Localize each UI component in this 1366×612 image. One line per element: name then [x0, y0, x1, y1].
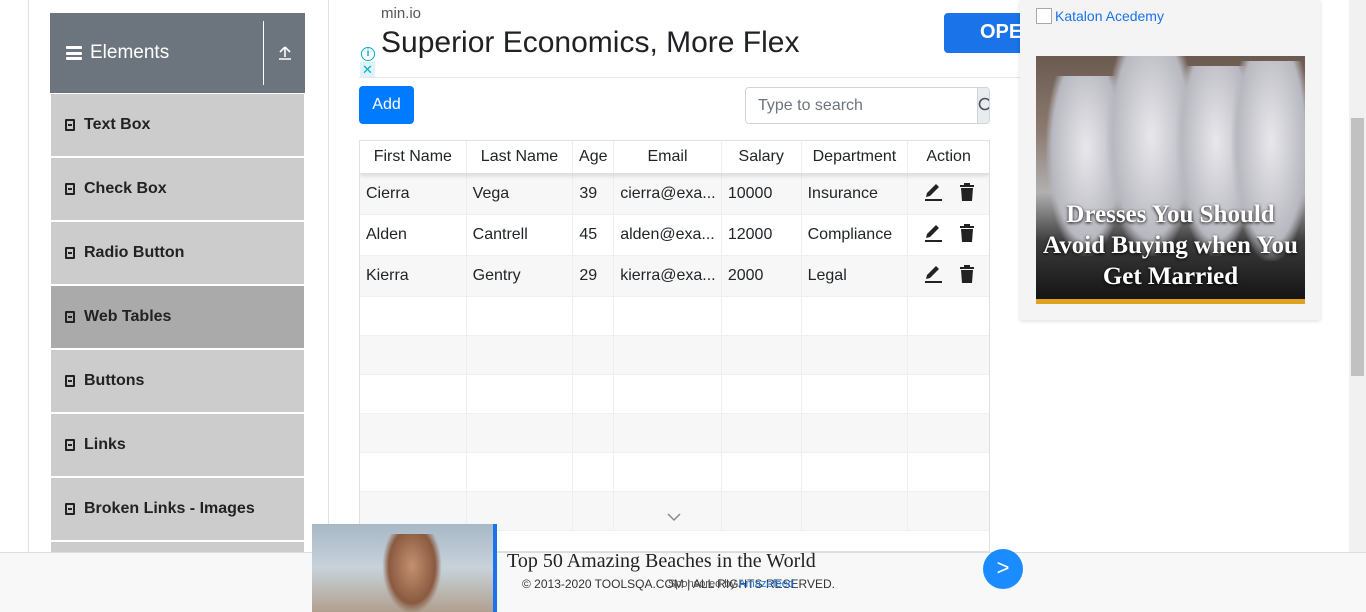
add-button[interactable]: Add — [359, 86, 414, 124]
cell-age: 29 — [573, 256, 615, 296]
delete-icon[interactable] — [959, 264, 975, 288]
cell-department: Compliance — [802, 215, 909, 255]
sidebar-item-web-tables[interactable]: Web Tables — [50, 285, 305, 349]
collapse-icon[interactable] — [263, 21, 305, 85]
elements-group-header[interactable]: Elements — [50, 13, 305, 93]
item-icon — [65, 247, 75, 259]
ad-headline[interactable]: Superior Economics, More Flex — [381, 26, 799, 60]
column-header-action[interactable]: Action — [908, 141, 989, 173]
delete-icon[interactable] — [959, 182, 975, 206]
column-header-first-name[interactable]: First Name — [360, 141, 467, 173]
ad-close-icon[interactable]: ✕ — [360, 62, 375, 77]
item-icon — [65, 119, 75, 131]
sidebar-item-broken-links[interactable]: Broken Links - Images — [50, 477, 305, 541]
ad-banner-bottom[interactable]: Top 50 Amazing Beaches in the World Spon… — [312, 524, 1023, 612]
edit-icon[interactable] — [923, 224, 943, 247]
empty-row — [360, 375, 989, 414]
item-icon — [65, 311, 75, 323]
column-header-age[interactable]: Age — [573, 141, 615, 173]
column-header-last-name[interactable]: Last Name — [467, 141, 574, 173]
empty-row — [360, 297, 989, 336]
search-input[interactable] — [746, 88, 977, 123]
delete-icon[interactable] — [959, 223, 975, 247]
sidebar-item-label: Text Box — [84, 116, 151, 133]
edit-icon[interactable] — [923, 183, 943, 206]
table-row: Cierra Vega 39 cierra@exa... 10000 Insur… — [360, 174, 989, 215]
cell-first-name: Alden — [360, 215, 467, 255]
item-icon — [65, 183, 75, 195]
cell-action — [908, 174, 989, 214]
scrollbar-thumb[interactable] — [1351, 118, 1364, 376]
sidebar-item-radio-button[interactable]: Radio Button — [50, 221, 305, 285]
sidebar-item-label: Broken Links - Images — [84, 500, 255, 517]
cell-last-name: Cantrell — [467, 215, 574, 255]
cell-age: 45 — [573, 215, 615, 255]
cell-age: 39 — [573, 174, 615, 214]
cell-last-name: Vega — [467, 174, 574, 214]
cell-first-name: Kierra — [360, 256, 467, 296]
edit-icon[interactable] — [923, 265, 943, 288]
cell-department: Insurance — [802, 174, 909, 214]
sidebar-item-label: Buttons — [84, 372, 145, 389]
left-panel: Elements Text Box Check Box Radio Button… — [28, 0, 329, 605]
empty-row — [360, 453, 989, 492]
item-icon — [65, 439, 75, 451]
web-table: First Name Last Name Age Email Salary De… — [359, 140, 990, 552]
search-icon[interactable] — [977, 88, 989, 123]
ad-bottom-title[interactable]: Top 50 Amazing Beaches in the World — [507, 550, 816, 573]
sidebar-item-check-box[interactable]: Check Box — [50, 157, 305, 221]
cell-salary: 12000 — [722, 215, 802, 255]
search-box — [745, 87, 990, 124]
ad-bottom-image[interactable] — [312, 524, 493, 612]
sidebar-item-label: Check Box — [84, 180, 167, 197]
cell-action — [908, 256, 989, 296]
sidebar-item-text-box[interactable]: Text Box — [50, 93, 305, 157]
sponsor-prefix: Sponsored by — [668, 578, 736, 590]
group-title-label: Elements — [90, 42, 170, 63]
elements-menu: Text Box Check Box Radio Button Web Tabl… — [50, 93, 305, 605]
ad-domain: min.io — [381, 5, 422, 22]
ad-image-caption: Dresses You Should Avoid Buying when You… — [1043, 201, 1298, 290]
item-icon — [65, 503, 75, 515]
ad-bottom-accent — [493, 524, 497, 612]
column-header-salary[interactable]: Salary — [722, 141, 802, 173]
cell-salary: 2000 — [722, 256, 802, 296]
table-header: First Name Last Name Age Email Salary De… — [360, 141, 989, 174]
cell-first-name: Cierra — [360, 174, 467, 214]
ad-right[interactable]: Katalon Acedemy Dresses You Should Avoid… — [1020, 0, 1320, 320]
empty-row — [360, 336, 989, 375]
ad-open-button[interactable]: OPE — [944, 13, 1020, 53]
group-title: Elements — [50, 42, 263, 64]
sidebar-item-label: Radio Button — [84, 244, 185, 261]
sidebar-item-label: Links — [84, 436, 126, 453]
ad-banner-top[interactable]: min.io Superior Economics, More Flex OPE… — [359, 0, 1020, 78]
ad-info-icon[interactable]: i — [361, 47, 375, 61]
katalon-link-text[interactable]: Katalon Acedemy — [1055, 8, 1164, 24]
katalon-link[interactable]: Katalon Acedemy — [1036, 8, 1164, 24]
sidebar-item-links[interactable]: Links — [50, 413, 305, 477]
column-header-department[interactable]: Department — [802, 141, 909, 173]
cell-email: cierra@exa... — [614, 174, 722, 214]
ad-image[interactable]: Dresses You Should Avoid Buying when You… — [1036, 56, 1305, 304]
column-header-email[interactable]: Email — [614, 141, 722, 173]
cell-action — [908, 215, 989, 255]
broken-image-icon — [1036, 8, 1052, 24]
sidebar-item-buttons[interactable]: Buttons — [50, 349, 305, 413]
empty-row — [360, 414, 989, 453]
cell-salary: 10000 — [722, 174, 802, 214]
table-row: Kierra Gentry 29 kierra@exa... 2000 Lega… — [360, 256, 989, 297]
sponsor-name[interactable]: Amazefeed — [738, 578, 794, 590]
cell-email: kierra@exa... — [614, 256, 722, 296]
cell-email: alden@exa... — [614, 215, 722, 255]
ad-bottom-sponsor: Sponsored by Amazefeed — [668, 578, 794, 590]
next-arrow-icon[interactable]: > — [983, 549, 1023, 589]
table-row: Alden Cantrell 45 alden@exa... 12000 Com… — [360, 215, 989, 256]
cell-last-name: Gentry — [467, 256, 574, 296]
item-icon — [65, 375, 75, 387]
menu-icon — [66, 46, 82, 60]
cell-department: Legal — [802, 256, 909, 296]
ad-image-bar — [1036, 299, 1305, 304]
sidebar-item-label: Web Tables — [84, 308, 172, 325]
